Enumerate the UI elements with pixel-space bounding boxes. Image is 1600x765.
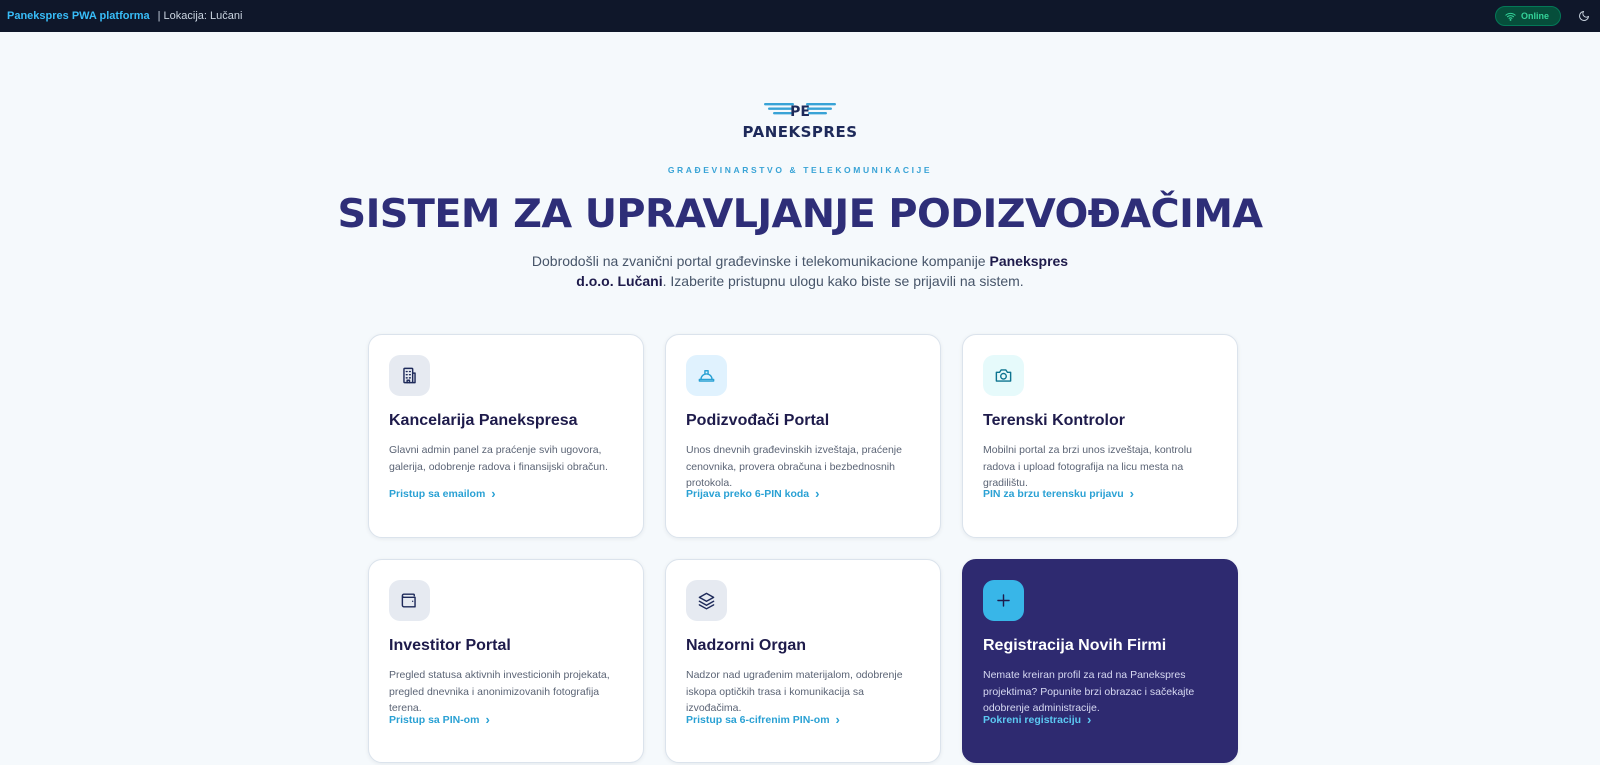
building-icon [389, 355, 430, 396]
svg-text:PE: PE [790, 104, 810, 120]
pin-login-link[interactable]: Prijava preko 6-PIN koda › [686, 486, 820, 501]
plus-icon [983, 580, 1024, 621]
field-pin-login-link[interactable]: PIN za brzu terensku prijavu › [983, 486, 1134, 501]
card-company-registration[interactable]: Registracija Novih Firmi Nemate kreiran … [962, 559, 1238, 763]
investor-pin-login-link[interactable]: Pristup sa PIN-om › [389, 712, 490, 727]
card-title: Investitor Portal [389, 637, 511, 654]
chevron-right-icon: › [835, 712, 840, 727]
topbar-left: Panekspres PWA platforma | Lokacija: Luč… [7, 10, 242, 22]
top-bar: Panekspres PWA platforma | Lokacija: Luč… [0, 0, 1600, 32]
start-registration-link[interactable]: Pokreni registraciju › [983, 712, 1092, 727]
online-status-label: Online [1520, 11, 1549, 21]
card-description: Glavni admin panel za praćenje svih ugov… [389, 444, 608, 473]
card-description: Unos dnevnih građevinskih izveštaja, pra… [686, 444, 902, 489]
online-status-badge: Online [1494, 6, 1561, 26]
chevron-right-icon: › [491, 486, 496, 501]
hard-hat-icon [686, 355, 727, 396]
camera-icon [983, 355, 1024, 396]
topbar-right: Online [1494, 6, 1593, 26]
chevron-right-icon: › [1087, 712, 1092, 727]
intro-text: Dobrodošli na zvanični portal građevinsk… [520, 251, 1080, 291]
card-link-label: Prijava preko 6-PIN koda [686, 488, 810, 500]
company-logo: PE PANEKSPRES [0, 101, 1600, 141]
intro-text-start: Dobrodošli na zvanični portal građevinsk… [531, 253, 990, 269]
card-field-controller[interactable]: Terenski Kontrolor Mobilni portal za brz… [962, 334, 1238, 538]
page-title: SISTEM ZA UPRAVLJANJE PODIZVOĐAČIMA [337, 192, 1264, 237]
tagline: GRAĐEVINARSTVO & TELEKOMUNIKACIJE [667, 165, 933, 175]
app-brand[interactable]: Panekspres PWA platforma [7, 10, 150, 22]
location-label: | Lokacija: Lučani [157, 10, 243, 22]
card-subcontractors[interactable]: Podizvođači Portal Unos dnevnih građevin… [665, 334, 941, 538]
card-title: Podizvođači Portal [686, 412, 830, 429]
wallet-icon [389, 580, 430, 621]
wifi-icon [1505, 12, 1516, 21]
card-description: Mobilni portal za brzi unos izveštaja, k… [983, 444, 1192, 489]
card-description: Nemate kreiran profil za rad na Panekspr… [983, 669, 1195, 714]
chevron-right-icon: › [815, 486, 820, 501]
card-link-label: PIN za brzu terensku prijavu [983, 488, 1124, 500]
layers-icon [686, 580, 727, 621]
chevron-right-icon: › [1129, 486, 1134, 501]
card-investor[interactable]: Investitor Portal Pregled statusa aktivn… [368, 559, 644, 763]
card-link-label: Pristup sa 6-cifrenim PIN-om [686, 714, 830, 726]
card-supervisory-body[interactable]: Nadzorni Organ Nadzor nad ugrađenim mate… [665, 559, 941, 763]
card-link-label: Pristup sa emailom [389, 488, 486, 500]
card-title: Nadzorni Organ [686, 637, 807, 654]
card-office[interactable]: Kancelarija Panekspresa Glavni admin pan… [368, 334, 644, 538]
logo-wings-icon: PE [764, 103, 836, 120]
card-title: Terenski Kontrolor [983, 412, 1125, 429]
chevron-right-icon: › [485, 712, 490, 727]
email-login-link[interactable]: Pristup sa emailom › [389, 486, 496, 501]
card-link-label: Pokreni registraciju [983, 714, 1082, 726]
card-title: Kancelarija Panekspresa [389, 412, 578, 429]
supervisor-pin-login-link[interactable]: Pristup sa 6-cifrenim PIN-om › [686, 712, 840, 727]
hero-section: PE PANEKSPRES GRAĐEVINARSTVO & TELEKOMUN… [0, 101, 1600, 291]
role-cards-grid: Kancelarija Panekspresa Glavni admin pan… [368, 334, 1238, 763]
card-description: Nadzor nad ugrađenim materijalom, odobre… [686, 669, 903, 714]
moon-icon [1579, 11, 1589, 21]
logo-text: PANEKSPRES [742, 123, 858, 141]
intro-text-end: . Izaberite pristupnu ulogu kako biste s… [662, 273, 1024, 289]
card-link-label: Pristup sa PIN-om [389, 714, 480, 726]
card-description: Pregled statusa aktivnih investicionih p… [389, 669, 610, 714]
theme-toggle-button[interactable] [1575, 7, 1593, 25]
card-title: Registracija Novih Firmi [983, 637, 1167, 654]
